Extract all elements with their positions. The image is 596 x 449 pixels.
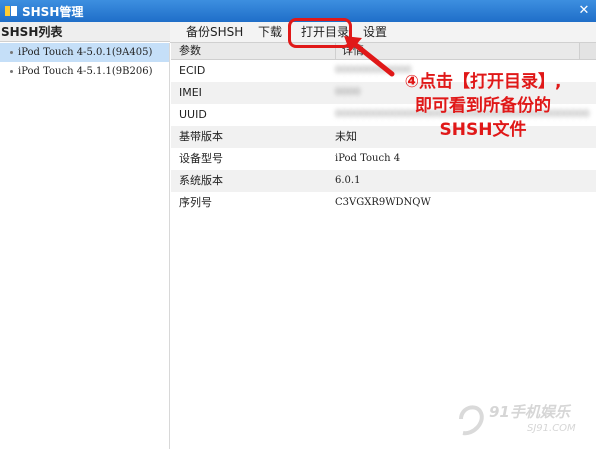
table-row: 序列号 C3VGXR9WDNQW: [171, 192, 596, 214]
list-item-label: iPod Touch 4-5.1.1(9B206): [18, 66, 153, 77]
row-value: C3VGXR9WDNQW: [335, 197, 431, 208]
row-value: 6.0.1: [335, 175, 361, 186]
shsh-list: iPod Touch 4-5.0.1(9A405) iPod Touch 4-5…: [0, 43, 170, 449]
row-label: UUID: [179, 108, 207, 121]
scrollbar-corner: [579, 43, 596, 59]
row-value: 未知: [335, 130, 357, 143]
annotation-line: SHSH文件: [439, 120, 527, 140]
watermark-site: SJ91.COM: [527, 423, 576, 434]
table-row: 系统版本 6.0.1: [171, 170, 596, 192]
row-value: iPod Touch 4: [335, 153, 401, 164]
row-label: 系统版本: [179, 174, 223, 187]
tab-backup-shsh[interactable]: 备份SHSH: [186, 24, 243, 40]
annotation-line: ④点击【打开目录】,: [404, 72, 562, 92]
row-label: 序列号: [179, 196, 212, 209]
window-title: SHSH管理: [22, 4, 84, 19]
app-logo-icon: [5, 6, 17, 16]
close-icon[interactable]: ✕: [576, 3, 592, 19]
row-label: IMEI: [179, 86, 202, 99]
row-label: 设备型号: [179, 152, 223, 165]
bullet-icon: [10, 70, 13, 73]
watermark-brand: 91手机娱乐: [489, 403, 570, 421]
list-item[interactable]: iPod Touch 4-5.1.1(9B206): [0, 62, 169, 81]
list-item-label: iPod Touch 4-5.0.1(9A405): [18, 47, 153, 58]
list-item[interactable]: iPod Touch 4-5.0.1(9A405): [0, 43, 169, 62]
row-label: 基带版本: [179, 130, 223, 143]
watermark-logo-icon: [459, 405, 484, 436]
column-header-parameter[interactable]: 参数: [179, 43, 201, 59]
tab-download[interactable]: 下载: [258, 24, 282, 40]
row-label: ECID: [179, 64, 206, 77]
row-value: 0000: [335, 87, 361, 98]
annotation-callout: ④点击【打开目录】, 即可看到所备份的 SHSH文件: [378, 70, 588, 142]
sidebar-header: SHSH列表: [0, 22, 170, 42]
bullet-icon: [10, 51, 13, 54]
watermark: 91手机娱乐 SJ91.COM: [455, 395, 593, 445]
annotation-line: 即可看到所备份的: [415, 96, 551, 116]
table-row: 设备型号 iPod Touch 4: [171, 148, 596, 170]
